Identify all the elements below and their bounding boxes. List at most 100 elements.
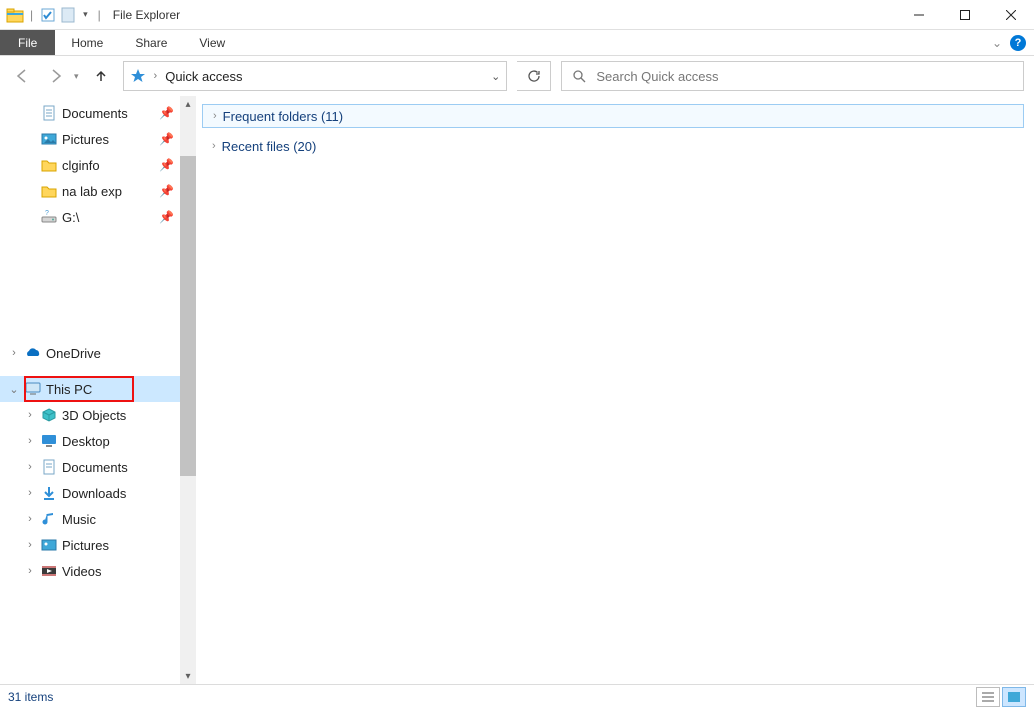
sidebar-scrollbar-thumb[interactable] (180, 156, 196, 476)
chevron-right-icon[interactable]: › (24, 461, 36, 473)
chevron-right-icon[interactable]: › (24, 539, 36, 551)
this-pc-icon (24, 380, 42, 398)
sidebar-item-pictures[interactable]: › Pictures (0, 532, 180, 558)
music-icon (40, 510, 58, 528)
pin-icon: 📌 (159, 184, 174, 198)
chevron-right-icon[interactable]: › (8, 347, 20, 359)
chevron-right-icon[interactable]: › (24, 565, 36, 577)
sidebar-item-3d-objects[interactable]: › 3D Objects (0, 402, 180, 428)
breadcrumb[interactable]: Quick access (165, 69, 242, 84)
sidebar-item-videos[interactable]: › Videos (0, 558, 180, 584)
downloads-icon (40, 484, 58, 502)
sidebar-item-label: This PC (46, 382, 180, 397)
up-button[interactable] (89, 64, 113, 88)
group-label: Frequent folders (11) (223, 109, 343, 124)
navigation-pane: ▴ ▾ Documents 📌 Pictures 📌 clginfo 📌 (0, 96, 196, 684)
back-button[interactable] (10, 64, 34, 88)
help-icon[interactable]: ? (1010, 35, 1026, 51)
forward-button[interactable] (44, 64, 68, 88)
sidebar-item-label: OneDrive (46, 346, 180, 361)
folder-icon (40, 156, 58, 174)
sidebar-item-label: Documents (62, 460, 180, 475)
quick-access-star-icon (130, 68, 146, 84)
sidebar-item-documents[interactable]: › Documents (0, 454, 180, 480)
pin-icon: 📌 (159, 132, 174, 146)
sidebar-item-label: Pictures (62, 132, 155, 147)
details-view-button[interactable] (976, 687, 1000, 707)
new-folder-icon[interactable] (59, 6, 77, 24)
address-bar[interactable]: › Quick access ⌄ (123, 61, 508, 91)
search-input[interactable] (596, 69, 1013, 84)
svg-text:?: ? (45, 210, 49, 217)
sidebar-item-downloads[interactable]: › Downloads (0, 480, 180, 506)
chevron-down-icon[interactable]: ⌄ (8, 383, 20, 396)
sidebar-item-documents[interactable]: Documents 📌 (0, 100, 180, 126)
tree-spacer (0, 230, 180, 340)
separator: | (98, 8, 101, 22)
sidebar-item-label: 3D Objects (62, 408, 180, 423)
sidebar-item-onedrive[interactable]: › OneDrive (0, 340, 180, 366)
search-icon (572, 69, 586, 83)
pictures-icon (40, 130, 58, 148)
large-icons-view-button[interactable] (1002, 687, 1026, 707)
group-label: Recent files (20) (222, 139, 317, 154)
sidebar-item-pictures[interactable]: Pictures 📌 (0, 126, 180, 152)
qat-dropdown-icon[interactable]: ▾ (83, 9, 88, 20)
address-dropdown-icon[interactable]: ⌄ (491, 70, 500, 83)
minimize-button[interactable] (896, 0, 942, 30)
chevron-right-icon[interactable]: › (24, 487, 36, 499)
sidebar-item-label: Pictures (62, 538, 180, 553)
sidebar-item-g-drive[interactable]: ? G:\ 📌 (0, 204, 180, 230)
chevron-right-icon[interactable]: › (24, 409, 36, 421)
item-count: 31 items (8, 690, 53, 704)
navigation-row: ▾ › Quick access ⌄ (0, 56, 1034, 96)
search-box[interactable] (561, 61, 1024, 91)
pictures-icon (40, 536, 58, 554)
maximize-button[interactable] (942, 0, 988, 30)
onedrive-icon (24, 344, 42, 362)
group-recent-files[interactable]: › Recent files (20) (202, 134, 1024, 158)
pin-icon: 📌 (159, 106, 174, 120)
tree: Documents 📌 Pictures 📌 clginfo 📌 na lab … (0, 96, 180, 588)
ribbon-tabs: File Home Share View ⌄ ? (0, 30, 1034, 56)
tab-share[interactable]: Share (119, 30, 183, 55)
chevron-right-icon[interactable]: › (213, 110, 217, 122)
history-dropdown-icon[interactable]: ▾ (74, 71, 79, 82)
tab-home[interactable]: Home (55, 30, 119, 55)
desktop-icon (40, 432, 58, 450)
drive-icon: ? (40, 208, 58, 226)
3d-objects-icon (40, 406, 58, 424)
window-title: File Explorer (113, 8, 180, 22)
scroll-up-icon[interactable]: ▴ (180, 96, 196, 112)
quick-access-toolbar: | ▾ | File Explorer (0, 6, 180, 24)
chevron-right-icon[interactable]: › (24, 513, 36, 525)
sidebar-item-clginfo[interactable]: clginfo 📌 (0, 152, 180, 178)
file-explorer-icon (6, 6, 24, 24)
tab-view[interactable]: View (183, 30, 241, 55)
file-tab[interactable]: File (0, 30, 55, 55)
sidebar-item-music[interactable]: › Music (0, 506, 180, 532)
pin-icon: 📌 (159, 210, 174, 224)
scroll-down-icon[interactable]: ▾ (180, 668, 196, 684)
sidebar-item-label: Music (62, 512, 180, 527)
document-icon (40, 458, 58, 476)
sidebar-item-desktop[interactable]: › Desktop (0, 428, 180, 454)
chevron-right-icon[interactable]: › (154, 70, 158, 82)
folder-icon (40, 182, 58, 200)
content-pane: › Frequent folders (11) › Recent files (… (196, 96, 1034, 684)
body: ▴ ▾ Documents 📌 Pictures 📌 clginfo 📌 (0, 96, 1034, 684)
close-button[interactable] (988, 0, 1034, 30)
sidebar-item-label: na lab exp (62, 184, 155, 199)
group-frequent-folders[interactable]: › Frequent folders (11) (202, 104, 1024, 128)
sidebar-item-label: Downloads (62, 486, 180, 501)
chevron-right-icon[interactable]: › (24, 435, 36, 447)
sidebar-item-na-lab-exp[interactable]: na lab exp 📌 (0, 178, 180, 204)
sidebar-item-label: G:\ (62, 210, 155, 225)
refresh-button[interactable] (517, 61, 551, 91)
tree-spacer (0, 366, 180, 376)
ribbon-expand-icon[interactable]: ⌄ (992, 36, 1002, 50)
properties-icon[interactable] (39, 6, 57, 24)
sidebar-item-label: Documents (62, 106, 155, 121)
chevron-right-icon[interactable]: › (212, 140, 216, 152)
sidebar-item-this-pc[interactable]: ⌄ This PC (0, 376, 180, 402)
